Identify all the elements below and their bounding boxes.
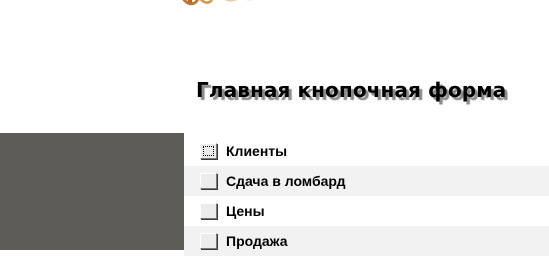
sale-button[interactable] bbox=[200, 233, 217, 249]
menu-item-label[interactable]: Продажа bbox=[226, 233, 288, 250]
menu-item-pawn[interactable]: Сдача в ломбард bbox=[184, 166, 549, 196]
prices-button[interactable] bbox=[200, 203, 217, 219]
menu-item-clients[interactable]: Клиенты bbox=[184, 136, 549, 166]
page-title: Главная кнопочная форма bbox=[196, 78, 507, 102]
pawn-button[interactable] bbox=[200, 173, 217, 189]
menu-item-label[interactable]: Сдача в ломбард bbox=[226, 173, 346, 190]
logo-fragment bbox=[176, 0, 258, 8]
menu-item-label[interactable]: Цены bbox=[226, 203, 265, 220]
menu-item-label[interactable]: Клиенты bbox=[226, 143, 287, 160]
logo-ornament-icon bbox=[182, 0, 252, 6]
menu-item-prices[interactable]: Цены bbox=[184, 196, 549, 226]
clients-button[interactable] bbox=[200, 143, 217, 159]
switchboard-menu: Клиенты Сдача в ломбард Цены Продажа bbox=[184, 136, 549, 256]
left-panel bbox=[0, 133, 184, 250]
menu-item-sale[interactable]: Продажа bbox=[184, 226, 549, 256]
